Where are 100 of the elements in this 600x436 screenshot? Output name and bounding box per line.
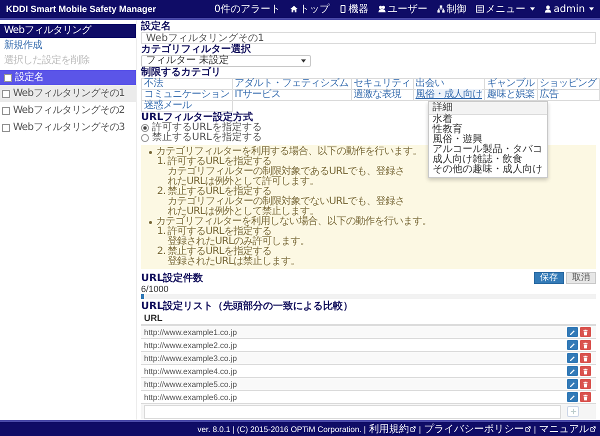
edit-button[interactable]: [567, 340, 578, 350]
edit-button[interactable]: [567, 366, 578, 376]
step-text: 登録されたURLは禁止します。: [168, 257, 300, 267]
count-text: 6/1000: [141, 284, 170, 294]
radio-button[interactable]: [141, 134, 149, 142]
checkbox[interactable]: [2, 90, 10, 98]
footer-link[interactable]: 利用規約: [368, 422, 416, 436]
delete-button[interactable]: [580, 379, 591, 389]
step-number: 1.: [157, 227, 166, 239]
trash-icon: [582, 380, 589, 388]
users-icon: [378, 5, 386, 13]
filter-select[interactable]: フィルター 未設定: [141, 55, 311, 67]
nav-link[interactable]: 0件のアラート: [214, 2, 281, 16]
menu-item[interactable]: 水着: [428, 115, 546, 125]
plus-icon: [570, 408, 576, 415]
sidebar-item-label: Webフィルタリングその2: [13, 105, 125, 116]
menu-item[interactable]: アルコール製品・タバコ: [428, 145, 546, 155]
sidebar-action-link[interactable]: 新規作成: [0, 38, 136, 53]
category-link[interactable]: 風俗・成人向け: [416, 89, 482, 100]
home-icon: [290, 5, 298, 13]
menu-item[interactable]: 成人向け雑誌・飲食: [428, 155, 546, 165]
external-link-icon: [524, 426, 531, 432]
url-cell-text: http://www.example3.co.jp: [144, 354, 238, 362]
url-cell-text: http://www.example5.co.jp: [144, 380, 238, 388]
caret-icon: [301, 59, 306, 63]
trash-icon: [582, 368, 589, 374]
radio-button[interactable]: [141, 124, 149, 132]
step-number: 2.: [157, 187, 166, 199]
user-icon: [544, 5, 552, 13]
field-label: カテゴリフィルター選択: [141, 45, 251, 55]
list-header-label: 設定名: [15, 72, 44, 83]
list-icon: [476, 5, 484, 13]
sidebar-item[interactable]: Webフィルタリングその2: [0, 102, 136, 119]
step-text: 登録されたURLのみ許可します。: [168, 237, 310, 247]
cancel-button[interactable]: 取消: [566, 272, 596, 284]
nav-link[interactable]: 機器: [338, 2, 369, 16]
field-label: 設定名: [141, 22, 171, 32]
edit-button[interactable]: [567, 379, 578, 389]
delete-button[interactable]: [580, 340, 591, 350]
nav-link[interactable]: トップ: [290, 2, 330, 16]
trash-icon: [582, 354, 589, 362]
delete-button[interactable]: [580, 366, 591, 376]
edit-button[interactable]: [567, 392, 578, 402]
step-number: 2.: [157, 247, 166, 259]
menu-item[interactable]: 風俗・遊興: [428, 135, 546, 145]
url-input-field[interactable]: [144, 404, 561, 418]
step-text: カテゴリフィルターの制限対象であるURLでも、登録されたURLは例外として許可します。: [168, 167, 406, 187]
external-link-icon: [590, 426, 596, 432]
footer-text: ver. 8.0.1 | (C) 2015-2016 OPTiM Corporation. |: [197, 424, 366, 434]
edit-button[interactable]: [567, 353, 578, 363]
nav-link[interactable]: ユーザー: [378, 2, 428, 16]
external-link-icon: [410, 426, 416, 432]
trash-icon: [582, 394, 589, 400]
bullet-icon: [149, 220, 152, 224]
sitemap-icon: [436, 5, 445, 13]
sidebar-title: Webフィルタリング: [0, 24, 136, 38]
sidebar-item-label: Webフィルタリングその3: [13, 122, 125, 133]
sidebar-item[interactable]: Webフィルタリングその1: [0, 85, 136, 102]
footer-link[interactable]: プライバシーポリシー: [424, 422, 531, 436]
url-cell-text: http://www.example2.co.jp: [144, 340, 238, 350]
url-cell-text: http://www.example6.co.jp: [144, 392, 238, 402]
name-field[interactable]: Webフィルタリングその1: [141, 32, 596, 44]
info-text: カテゴリフィルターを利用しない場合、以下の動作を行います。: [156, 217, 432, 227]
footer-link[interactable]: マニュアル: [539, 422, 596, 436]
menu-header: 詳細: [428, 102, 546, 115]
save-button[interactable]: 保存: [534, 272, 564, 284]
footer-separator: |: [534, 424, 536, 434]
bullet-icon: [149, 150, 152, 154]
trash-icon: [582, 328, 589, 336]
step-title: 禁止するURLを指定する: [168, 187, 272, 197]
radio-label: 許可するURLを指定する: [152, 123, 262, 133]
field-label: URLフィルター設定方式: [141, 113, 254, 123]
url-cell-text: http://www.example1.co.jp: [144, 328, 238, 336]
field-label: 制限するカテゴリ: [141, 68, 221, 78]
delete-button[interactable]: [580, 392, 591, 402]
step-title: 許可するURLを指定する: [168, 157, 272, 167]
url-cell-text: http://www.example4.co.jp: [144, 366, 238, 376]
menu-item[interactable]: その他の趣味・成人向け: [428, 165, 546, 175]
sidebar-item[interactable]: Webフィルタリングその3: [0, 119, 136, 136]
delete-button[interactable]: [580, 327, 591, 337]
checkbox[interactable]: [2, 124, 10, 132]
nav-link[interactable]: admin: [544, 2, 594, 16]
info-text: カテゴリフィルターを利用する場合、以下の動作を行います。: [156, 147, 422, 157]
menu-item[interactable]: 性教育: [428, 125, 546, 135]
column-header: URL: [141, 312, 596, 326]
nav-link[interactable]: 制御: [436, 2, 467, 16]
sidebar-item-label: Webフィルタリングその1: [13, 88, 125, 99]
radio-label: 禁止するURLを指定する: [152, 133, 262, 143]
step-title: 許可するURLを指定する: [168, 227, 272, 237]
footer-separator: |: [418, 424, 421, 434]
step-number: 1.: [157, 157, 166, 169]
checkbox[interactable]: [2, 106, 10, 114]
step-title: 禁止するURLを指定する: [168, 247, 272, 257]
field-label: URL設定件数: [141, 274, 204, 284]
delete-button[interactable]: [580, 353, 591, 363]
nav-link[interactable]: メニュー: [476, 2, 535, 16]
edit-button[interactable]: [567, 327, 578, 337]
step-text: カテゴリフィルターの制限対象でないURLでも、登録されたURLは例外として禁止します。: [168, 197, 404, 217]
checkbox[interactable]: [4, 74, 12, 82]
app-title: KDDI Smart Mobile Safety Manager: [6, 4, 156, 14]
